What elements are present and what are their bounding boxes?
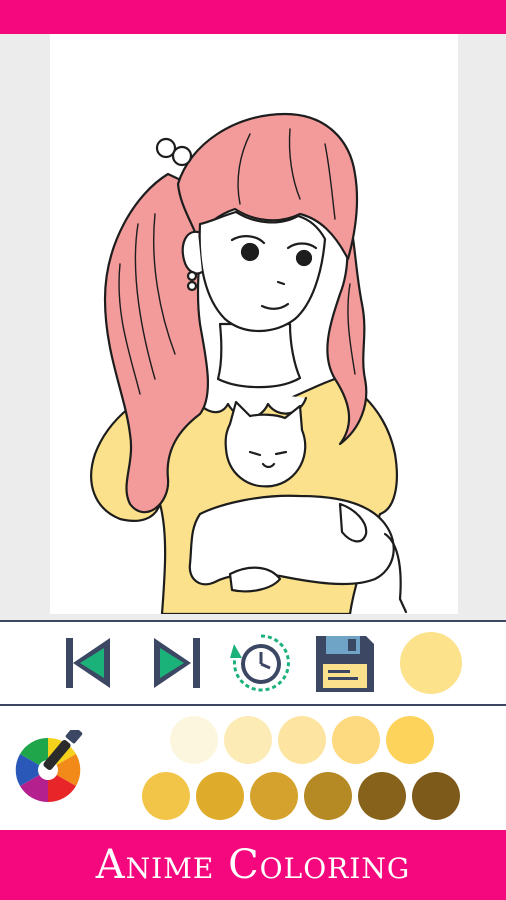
palette-swatch[interactable] bbox=[170, 716, 218, 764]
coloring-canvas[interactable] bbox=[50, 34, 458, 614]
next-button[interactable] bbox=[142, 630, 208, 696]
anime-girl-drawing[interactable] bbox=[50, 34, 458, 614]
current-color-indicator bbox=[400, 632, 462, 694]
palette-swatch[interactable] bbox=[250, 772, 298, 820]
toolbar bbox=[0, 620, 506, 706]
save-button[interactable] bbox=[312, 630, 378, 696]
previous-button[interactable] bbox=[58, 630, 124, 696]
skip-next-icon bbox=[154, 638, 200, 688]
color-wheel-brush-icon bbox=[15, 726, 83, 803]
palette-swatch[interactable] bbox=[358, 772, 406, 820]
color-picker-button[interactable] bbox=[14, 726, 88, 804]
palette-area bbox=[0, 706, 506, 830]
skip-previous-icon bbox=[66, 638, 110, 688]
app-title: Anime Coloring bbox=[95, 842, 411, 888]
clock-history-icon bbox=[230, 634, 290, 692]
palette-swatch[interactable] bbox=[224, 716, 272, 764]
palette-swatch[interactable] bbox=[304, 772, 352, 820]
history-button[interactable] bbox=[228, 630, 294, 696]
bottom-title-bar: Anime Coloring bbox=[0, 830, 506, 900]
palette-swatch[interactable] bbox=[196, 772, 244, 820]
palette-swatch[interactable] bbox=[278, 716, 326, 764]
palette-swatch[interactable] bbox=[142, 772, 190, 820]
palette-swatch[interactable] bbox=[332, 716, 380, 764]
palette-swatch[interactable] bbox=[386, 716, 434, 764]
floppy-disk-icon bbox=[316, 636, 374, 692]
palette-swatch[interactable] bbox=[412, 772, 460, 820]
top-status-bar bbox=[0, 0, 506, 34]
